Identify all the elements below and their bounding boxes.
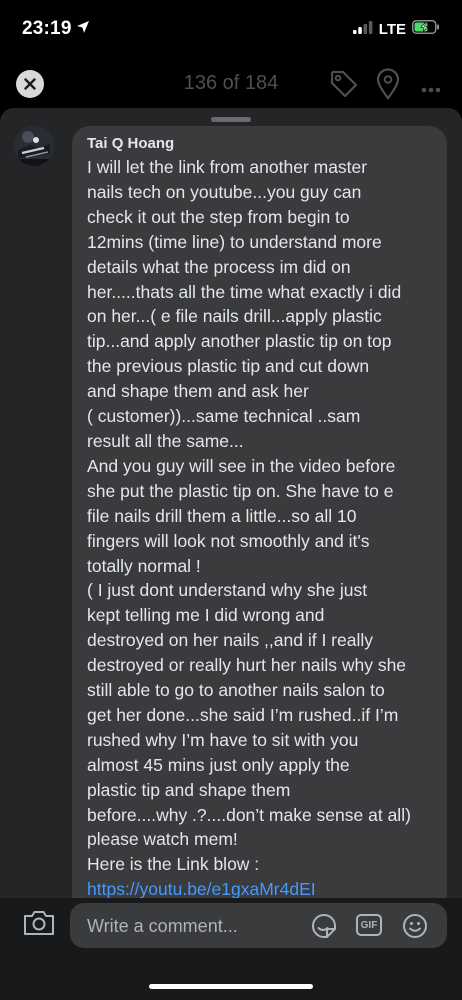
comment-line: And you guy will see in the video before	[87, 455, 396, 476]
sticker-icon[interactable]	[310, 912, 338, 945]
youtube-link[interactable]: https://youtu.be/e1gxaMr4dEI	[87, 877, 433, 898]
comment-line: get her done...she said I’m rushed..if I…	[87, 704, 399, 725]
comment-line: nails tech on youtube...you guy can	[87, 181, 362, 202]
comment-line: rushed why I’m have to sit with you	[87, 729, 359, 750]
comment-line: kept telling me I did wrong and	[87, 605, 325, 626]
comment-line: details what the process im did on	[87, 256, 351, 277]
comment-line: please watch mem!	[87, 829, 238, 850]
comment-line: Here is the Link blow :	[87, 854, 260, 875]
comment-composer: Write a comment... GIF	[0, 898, 462, 1000]
comment-line: I will let the link from another master	[87, 157, 368, 177]
comment-input[interactable]: Write a comment... GIF	[70, 903, 447, 948]
comment-line: destroyed on her nails ,,and if I really	[87, 630, 373, 651]
status-indicators: LTE	[352, 20, 440, 39]
camera-icon[interactable]	[22, 908, 56, 943]
comment-text: I will let the link from another master …	[87, 155, 433, 898]
comment-line: result all the same...	[87, 430, 244, 451]
comment-line: still able to go to another nails salon …	[87, 680, 385, 701]
more-options-icon[interactable]	[421, 80, 441, 98]
home-indicator[interactable]	[149, 984, 313, 989]
comment-line: the previous plastic tip and cut down	[87, 356, 370, 377]
location-pin-icon[interactable]	[375, 68, 401, 105]
comments-sheet: Tai Q Hoang I will let the link from ano…	[0, 108, 462, 898]
comment-line: file nails drill them a little...so all …	[87, 505, 357, 526]
emoji-icon[interactable]	[401, 912, 429, 945]
comment-line: she put the plastic tip on. She have to …	[87, 480, 394, 501]
comment-line: ( customer))...same technical ..sam	[87, 406, 361, 427]
network-type: LTE	[378, 21, 406, 38]
comment-line: totally normal !	[87, 555, 201, 576]
location-arrow-icon	[76, 20, 90, 39]
comment-line: 12mins (time line) to understand more	[87, 231, 382, 252]
battery-charging-icon	[412, 20, 440, 39]
comment-line: tip...and apply another plastic tip on t…	[87, 331, 392, 352]
comment-line: and shape them and ask her	[87, 381, 309, 402]
comment-line: fingers will look not smoothly and it's	[87, 530, 370, 551]
sheet-drag-handle[interactable]	[211, 117, 251, 122]
comment-line: plastic tip and shape them	[87, 779, 291, 800]
comment-line: almost 45 mins just only apply the	[87, 754, 350, 775]
comment-line: on her...( e file nails drill...apply pl…	[87, 306, 382, 327]
comment-author[interactable]: Tai Q Hoang	[87, 135, 433, 152]
comment-placeholder: Write a comment...	[87, 916, 238, 936]
status-time: 23:19	[22, 18, 72, 39]
avatar[interactable]	[14, 126, 54, 166]
comment-line: destroyed or really hurt her nails why s…	[87, 655, 407, 676]
tag-icon[interactable]	[328, 68, 360, 105]
status-bar: 23:19 LTE	[0, 0, 462, 58]
signal-icon	[352, 20, 373, 39]
comment-line: check it out the step from begin to	[87, 206, 350, 227]
photo-viewer-header: 136 of 184	[0, 58, 462, 110]
gif-button[interactable]: GIF	[356, 914, 382, 936]
comment-bubble[interactable]: Tai Q Hoang I will let the link from ano…	[72, 126, 447, 898]
comment-line: her.....thats all the time what exactly …	[87, 281, 402, 302]
comment-line: ( I just dont understand why she just	[87, 580, 368, 601]
comment-line: before....why .?....don’t make sense at …	[87, 804, 411, 825]
